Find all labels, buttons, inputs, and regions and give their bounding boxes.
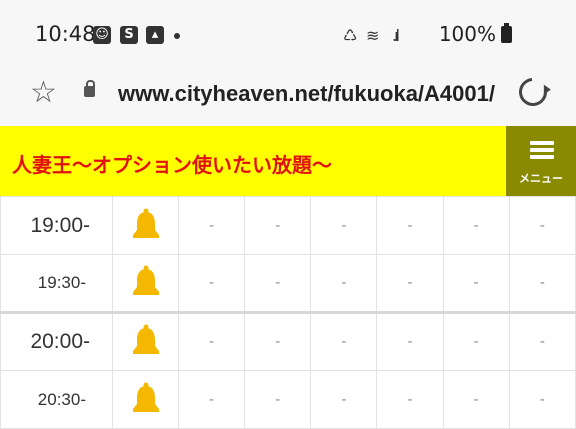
slot-cell: - — [442, 311, 510, 371]
slot-cell: - — [508, 311, 576, 371]
slot-cell: - — [442, 370, 510, 429]
slot-cell: - — [177, 370, 246, 429]
hamburger-icon — [530, 141, 554, 160]
bell-icon — [132, 324, 159, 354]
site-title[interactable]: 人妻王〜オプション使いたい放題〜 — [12, 149, 332, 178]
menu-label: メニュー — [519, 172, 563, 185]
slot-cell: - — [376, 311, 444, 371]
menu-button[interactable]: メニュー — [506, 126, 576, 196]
url-field[interactable]: www.cityheaven.net/fukuoka/A4001/ — [118, 81, 500, 107]
slot-cell: - — [310, 196, 378, 255]
slot-cell: - — [310, 254, 378, 313]
slot-cell: - — [310, 311, 378, 371]
bell-icon — [132, 382, 159, 412]
table-row: 19:30- - - - - - - — [0, 254, 576, 313]
slot-cell: - — [376, 254, 444, 313]
slot-cell: - — [244, 311, 312, 371]
battery-percent: 100% — [438, 22, 496, 46]
status-bar: 10:48 ☺ S ▴ ♺ ≋ .ıl 100% — [0, 0, 576, 66]
lock-icon[interactable] — [84, 80, 95, 97]
slot-cell: - — [376, 196, 444, 255]
schedule-table: 19:00- - - - - - - 19:30- - - - - - - 20… — [0, 196, 576, 429]
notification-dot-icon — [174, 33, 180, 39]
battery-icon — [501, 23, 512, 43]
slot-cell: - — [177, 196, 246, 255]
reservation-bell-button[interactable] — [112, 311, 179, 371]
bell-icon — [132, 208, 159, 238]
status-time: 10:48 — [35, 22, 96, 46]
bell-icon — [132, 265, 159, 295]
table-row: 19:00- - - - - - - — [0, 196, 576, 255]
reservation-bell-button[interactable] — [112, 370, 179, 429]
slot-cell: - — [508, 196, 576, 255]
time-label: 20:00- — [0, 311, 113, 371]
slot-cell: - — [508, 370, 576, 429]
signal-icon: .ıl — [392, 26, 400, 45]
slot-cell: - — [177, 311, 246, 371]
slot-cell: - — [244, 196, 312, 255]
time-label: 20:30- — [0, 370, 113, 429]
reservation-bell-button[interactable] — [112, 254, 179, 313]
wifi-icon: ≋ — [366, 26, 380, 45]
table-row: 20:30- - - - - - - — [0, 370, 576, 429]
slot-cell: - — [442, 254, 510, 313]
slot-cell: - — [376, 370, 444, 429]
slot-cell: - — [310, 370, 378, 429]
emoji-face-icon: ☺ — [93, 26, 111, 44]
slot-cell: - — [177, 254, 246, 313]
time-label: 19:30- — [0, 254, 113, 313]
battery-saver-icon: ♺ — [343, 26, 358, 45]
reservation-bell-button[interactable] — [112, 196, 179, 255]
star-outline-icon[interactable]: ☆ — [30, 78, 57, 108]
s-app-icon: S — [120, 26, 138, 44]
gallery-icon: ▴ — [146, 26, 164, 44]
time-label: 19:00- — [0, 196, 113, 255]
slot-cell: - — [508, 254, 576, 313]
table-row: 20:00- - - - - - - — [0, 311, 576, 371]
site-header: 人妻王〜オプション使いたい放題〜 メニュー — [0, 126, 576, 196]
reload-icon[interactable] — [513, 72, 553, 112]
browser-url-bar: ☆ www.cityheaven.net/fukuoka/A4001/ — [0, 66, 576, 126]
slot-cell: - — [244, 254, 312, 313]
slot-cell: - — [244, 370, 312, 429]
slot-cell: - — [442, 196, 510, 255]
